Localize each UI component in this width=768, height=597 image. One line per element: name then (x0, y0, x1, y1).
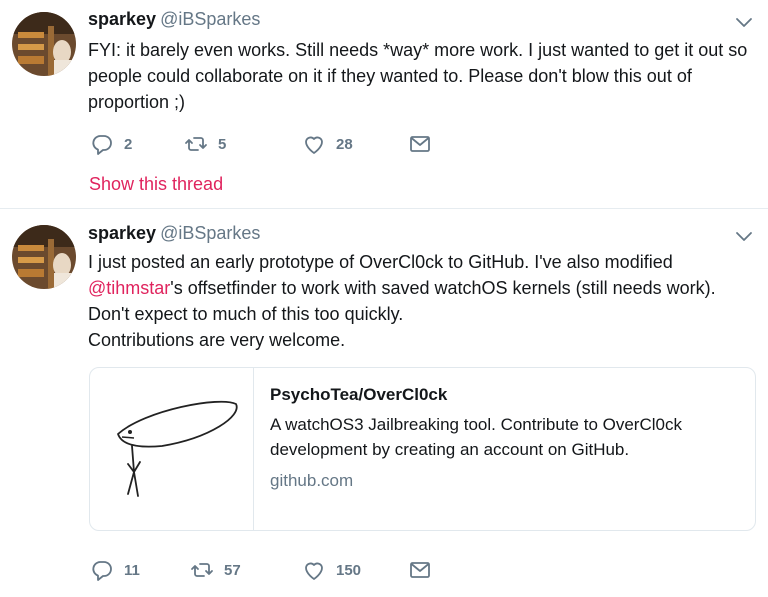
tweet-text: FYI: it barely even works. Still needs *… (88, 37, 758, 115)
retweet-count: 5 (218, 135, 227, 153)
mention-link[interactable]: @tihmstar (88, 278, 170, 298)
reply-count: 2 (124, 135, 133, 153)
reply-button[interactable]: 2 (90, 132, 132, 156)
tweet-text-line: I just posted an early prototype of Over… (88, 252, 673, 272)
reply-icon (90, 132, 114, 156)
card-domain: github.com (270, 471, 354, 490)
link-card[interactable]: PsychoTea/OverCl0ck A watchOS3 Jailbreak… (89, 367, 756, 531)
card-title[interactable]: PsychoTea/OverCl0ck (270, 382, 740, 408)
avatar[interactable] (12, 225, 76, 289)
like-count: 150 (336, 561, 362, 579)
retweet-icon (190, 558, 214, 582)
envelope-icon (408, 132, 432, 156)
retweet-icon (184, 132, 208, 156)
reply-count: 11 (124, 561, 140, 579)
chevron-down-icon[interactable] (734, 12, 754, 32)
tweet-text-line: Contributions are very welcome. (88, 330, 346, 350)
card-description: A watchOS3 Jailbreaking tool. Contribute… (270, 415, 682, 459)
direct-message-button[interactable] (408, 132, 432, 156)
retweet-count: 57 (224, 561, 241, 579)
tweet-text: I just posted an early prototype of Over… (88, 249, 758, 353)
tweet-text-fragment: 's offsetfinder to work with saved watch… (170, 278, 716, 298)
tweet-header: sparkey @iBSparkes (88, 223, 260, 244)
display-name[interactable]: sparkey (88, 9, 156, 29)
like-button[interactable]: 150 (302, 558, 361, 582)
heart-icon (302, 558, 326, 582)
tweet[interactable]: sparkey @iBSparkes FYI: it barely even wo… (0, 0, 768, 208)
reply-icon (90, 558, 114, 582)
card-body: PsychoTea/OverCl0ck A watchOS3 Jailbreak… (270, 382, 740, 491)
tweet-text-line: Don't expect to much of this too quickly… (88, 304, 404, 324)
display-name[interactable]: sparkey (88, 223, 156, 243)
user-handle[interactable]: @iBSparkes (160, 223, 260, 243)
like-count: 28 (336, 135, 353, 153)
show-thread-link[interactable]: Show this thread (89, 174, 223, 195)
retweet-button[interactable]: 57 (190, 558, 241, 582)
tweet-text-line: @tihmstar's offsetfinder to work with sa… (88, 275, 758, 301)
avatar[interactable] (12, 12, 76, 76)
tweet-header: sparkey @iBSparkes (88, 9, 260, 30)
retweet-button[interactable]: 5 (184, 132, 226, 156)
envelope-icon (408, 558, 432, 582)
direct-message-button[interactable] (408, 558, 432, 582)
heart-icon (302, 132, 326, 156)
tweet[interactable]: sparkey @iBSparkes I just posted an early… (0, 208, 768, 597)
card-image (90, 368, 254, 530)
chevron-down-icon[interactable] (734, 226, 754, 246)
reply-button[interactable]: 11 (90, 558, 140, 582)
tweet-text-paragraph: FYI: it barely even works. Still needs *… (88, 40, 748, 112)
like-button[interactable]: 28 (302, 132, 353, 156)
user-handle[interactable]: @iBSparkes (160, 9, 260, 29)
